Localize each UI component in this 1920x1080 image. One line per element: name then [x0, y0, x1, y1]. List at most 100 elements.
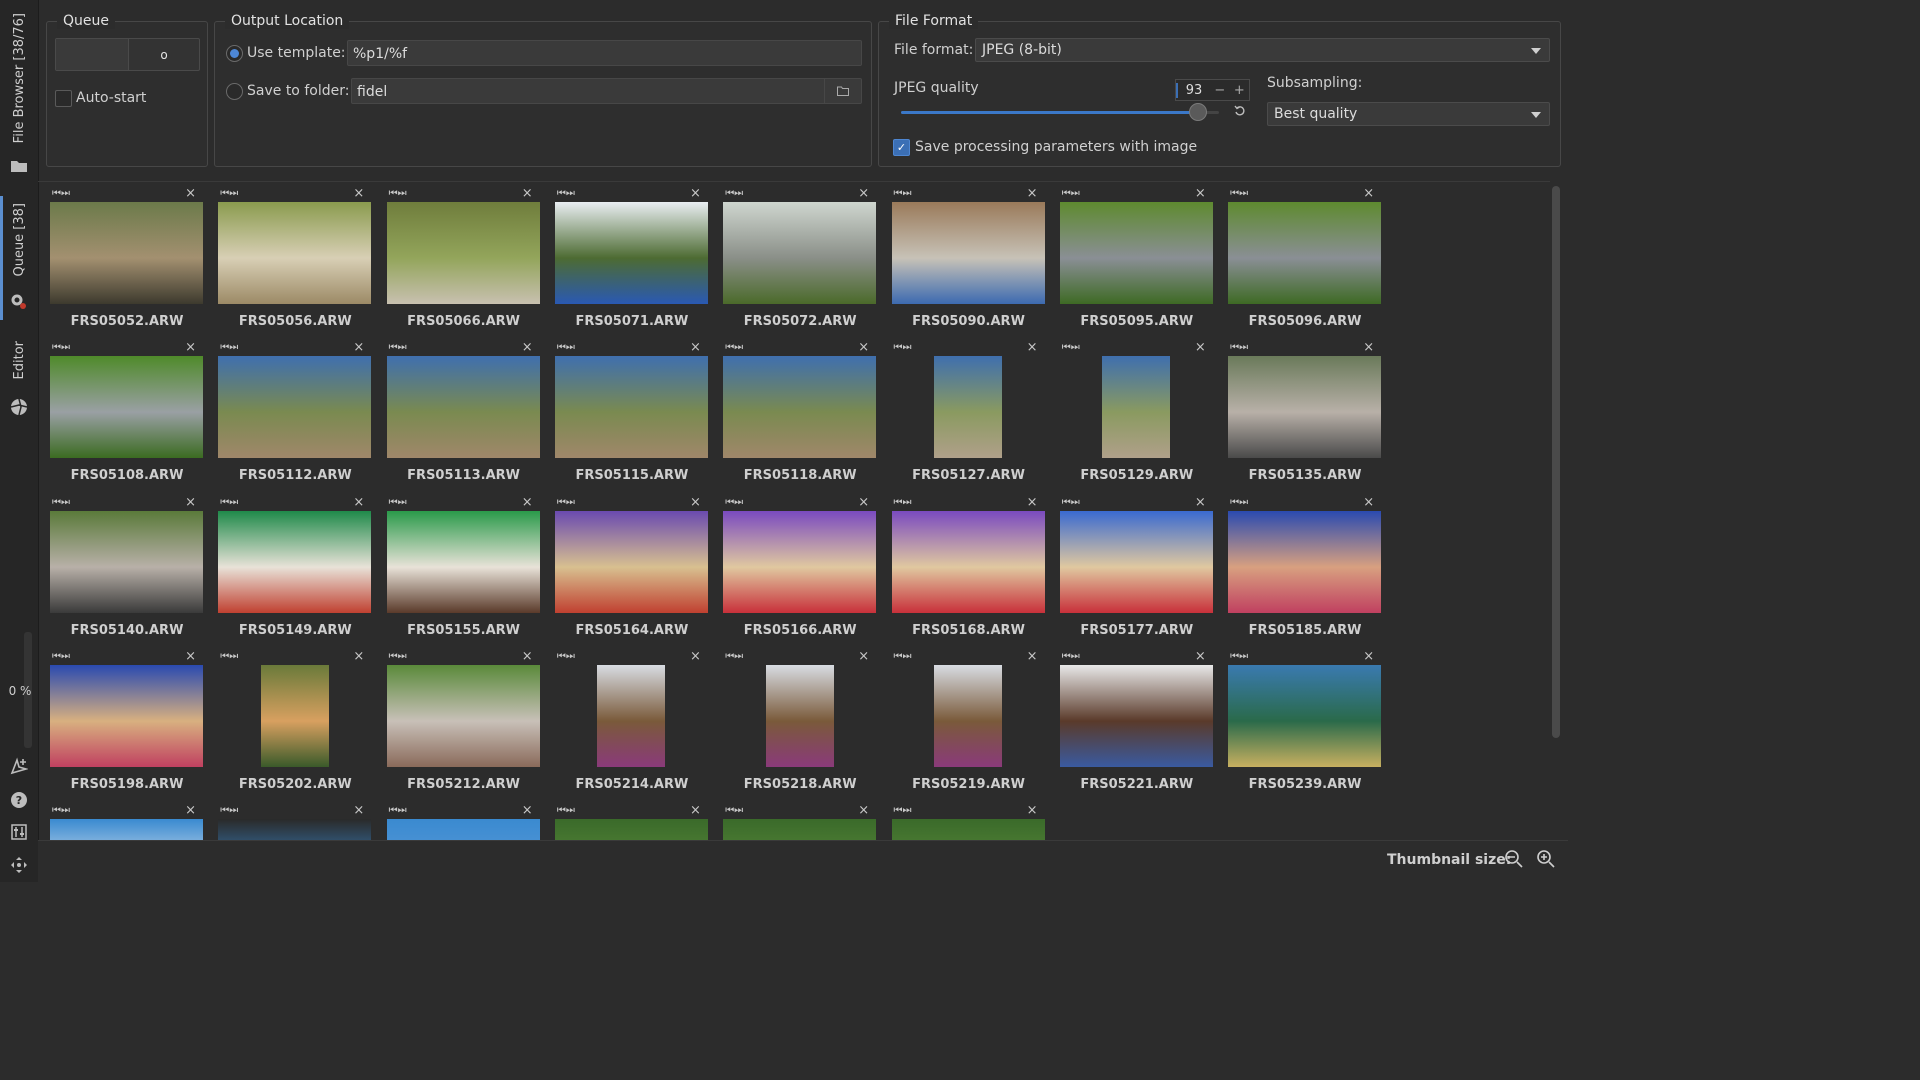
template-input[interactable]: %p1/%f: [347, 40, 862, 66]
move-to-start-end-icon[interactable]: ⏮⏭: [894, 342, 912, 353]
thumbnail-item[interactable]: ⏮⏭ × FRS05112.ARW: [206, 336, 374, 490]
thumbnail-image[interactable]: [891, 510, 1045, 613]
move-to-start-end-icon[interactable]: ⏮⏭: [557, 805, 575, 816]
move-to-start-end-icon[interactable]: ⏮⏭: [220, 497, 238, 508]
move-to-start-end-icon[interactable]: ⏮⏭: [725, 188, 743, 199]
thumbnail-item[interactable]: ⏮⏭ ×: [206, 799, 374, 841]
thumbnail-image[interactable]: [723, 510, 877, 613]
folder-browse-icon[interactable]: [824, 79, 861, 103]
close-icon[interactable]: ×: [1363, 649, 1374, 664]
thumbnail-image[interactable]: [50, 510, 203, 613]
close-icon[interactable]: ×: [858, 803, 869, 818]
move-to-start-end-icon[interactable]: ⏮⏭: [725, 497, 743, 508]
move-to-start-end-icon[interactable]: ⏮⏭: [557, 342, 575, 353]
thumbnail-item[interactable]: ⏮⏭ × FRS05166.ARW: [711, 491, 879, 645]
close-icon[interactable]: ×: [353, 495, 364, 510]
queue-pause-segment[interactable]: [56, 39, 129, 70]
close-icon[interactable]: ×: [1195, 186, 1206, 201]
thumbnail-item[interactable]: ⏮⏭ × FRS05127.ARW: [880, 336, 1048, 490]
thumbnail-image[interactable]: [218, 356, 372, 459]
thumbnail-image[interactable]: [554, 819, 708, 841]
thumbnail-item[interactable]: ⏮⏭ × FRS05219.ARW: [880, 645, 1048, 799]
aperture-icon[interactable]: [9, 397, 29, 417]
thumbnail-item[interactable]: ⏮⏭ × FRS05108.ARW: [38, 336, 206, 490]
file-format-select[interactable]: JPEG (8-bit): [975, 38, 1550, 62]
thumbnail-item[interactable]: ⏮⏭ × FRS05066.ARW: [375, 182, 543, 336]
thumbnail-item[interactable]: ⏮⏭ × FRS05202.ARW: [206, 645, 374, 799]
queue-start-stop-toggle[interactable]: o: [55, 38, 200, 71]
save-params-checkbox[interactable]: ✓: [893, 139, 910, 156]
move-to-start-end-icon[interactable]: ⏮⏭: [220, 342, 238, 353]
move-to-start-end-icon[interactable]: ⏮⏭: [557, 188, 575, 199]
close-icon[interactable]: ×: [1195, 495, 1206, 510]
close-icon[interactable]: ×: [690, 803, 701, 818]
thumbnail-image[interactable]: [1059, 664, 1213, 767]
thumbnail-image[interactable]: [891, 202, 1045, 304]
thumbnail-item[interactable]: ⏮⏭ × FRS05113.ARW: [375, 336, 543, 490]
move-to-start-end-icon[interactable]: ⏮⏭: [725, 651, 743, 662]
thumbnail-image[interactable]: [1228, 510, 1382, 613]
tab-file-browser[interactable]: File Browser [38/76]: [0, 8, 38, 148]
thumbnail-image[interactable]: [723, 202, 877, 304]
save-to-folder-radio[interactable]: [226, 83, 243, 100]
thumbnail-item[interactable]: ⏮⏭ × FRS05129.ARW: [1048, 336, 1216, 490]
move-to-start-end-icon[interactable]: ⏮⏭: [894, 188, 912, 199]
help-icon[interactable]: ?: [9, 790, 29, 810]
thumbnail-image[interactable]: [50, 202, 203, 304]
move-to-start-end-icon[interactable]: ⏮⏭: [1062, 342, 1080, 353]
move-to-start-end-icon[interactable]: ⏮⏭: [389, 805, 407, 816]
thumbnail-image[interactable]: [260, 664, 329, 767]
move-to-start-end-icon[interactable]: ⏮⏭: [1062, 497, 1080, 508]
preferences-icon[interactable]: [9, 822, 29, 842]
close-icon[interactable]: ×: [522, 340, 533, 355]
move-to-start-end-icon[interactable]: ⏮⏭: [894, 497, 912, 508]
gears-icon[interactable]: [9, 292, 29, 312]
close-icon[interactable]: ×: [1027, 803, 1038, 818]
thumbnail-item[interactable]: ⏮⏭ × FRS05135.ARW: [1216, 336, 1384, 490]
thumbnail-item[interactable]: ⏮⏭ × FRS05214.ARW: [543, 645, 711, 799]
close-icon[interactable]: ×: [690, 649, 701, 664]
thumbnail-image[interactable]: [554, 202, 708, 304]
move-to-start-end-icon[interactable]: ⏮⏭: [1230, 342, 1248, 353]
close-icon[interactable]: ×: [353, 186, 364, 201]
move-to-start-end-icon[interactable]: ⏮⏭: [725, 805, 743, 816]
thumbnail-image[interactable]: [218, 819, 372, 841]
move-to-start-end-icon[interactable]: ⏮⏭: [52, 342, 70, 353]
close-icon[interactable]: ×: [690, 495, 701, 510]
thumbnail-image[interactable]: [218, 510, 372, 613]
close-icon[interactable]: ×: [1195, 340, 1206, 355]
move-to-start-end-icon[interactable]: ⏮⏭: [557, 497, 575, 508]
thumbnail-item[interactable]: ⏮⏭ × FRS05212.ARW: [375, 645, 543, 799]
move-to-start-end-icon[interactable]: ⏮⏭: [1062, 188, 1080, 199]
close-icon[interactable]: ×: [1363, 340, 1374, 355]
zoom-out-icon[interactable]: [1503, 849, 1525, 871]
move-to-start-end-icon[interactable]: ⏮⏭: [1062, 651, 1080, 662]
thumbnail-image[interactable]: [50, 819, 203, 841]
thumbnail-image[interactable]: [765, 664, 834, 767]
move-icon[interactable]: [9, 855, 29, 875]
move-to-start-end-icon[interactable]: ⏮⏭: [894, 651, 912, 662]
thumbnail-item[interactable]: ⏮⏭ × FRS05056.ARW: [206, 182, 374, 336]
close-icon[interactable]: ×: [1027, 649, 1038, 664]
thumbnail-item[interactable]: ⏮⏭ × FRS05221.ARW: [1048, 645, 1216, 799]
folder-input[interactable]: fidel: [351, 78, 862, 104]
tab-queue[interactable]: Queue [38]: [0, 200, 38, 280]
folder-icon[interactable]: [9, 156, 29, 176]
thumbnail-item[interactable]: ⏮⏭ × FRS05115.ARW: [543, 336, 711, 490]
zoom-in-icon[interactable]: [1535, 849, 1557, 871]
close-icon[interactable]: ×: [185, 495, 196, 510]
thumbnail-item[interactable]: ⏮⏭ × FRS05052.ARW: [38, 182, 206, 336]
thumbnail-image[interactable]: [723, 356, 877, 459]
use-template-radio[interactable]: [226, 45, 243, 62]
close-icon[interactable]: ×: [858, 186, 869, 201]
thumbnail-image[interactable]: [1228, 356, 1382, 459]
thumbnail-item[interactable]: ⏮⏭ ×: [880, 799, 1048, 841]
thumbnail-image[interactable]: [386, 664, 540, 767]
jpeg-quality-slider-handle[interactable]: [1188, 103, 1207, 121]
close-icon[interactable]: ×: [858, 495, 869, 510]
reset-icon[interactable]: [1234, 104, 1246, 120]
increment-icon[interactable]: +: [1230, 83, 1249, 98]
close-icon[interactable]: ×: [522, 186, 533, 201]
move-to-start-end-icon[interactable]: ⏮⏭: [52, 805, 70, 816]
thumbnail-item[interactable]: ⏮⏭ × FRS05095.ARW: [1048, 182, 1216, 336]
